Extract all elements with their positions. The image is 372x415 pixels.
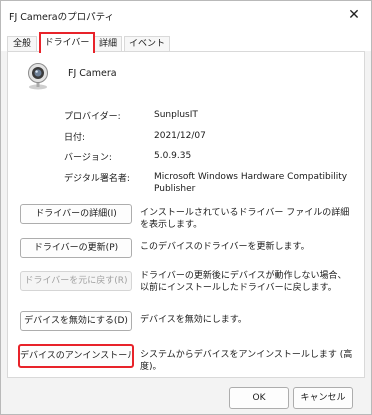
tab-driver[interactable]: ドライバー bbox=[39, 32, 95, 53]
title-bar: FJ Cameraのプロパティ ✕ bbox=[1, 1, 371, 29]
driver-details-button[interactable]: ドライバーの詳細(I) bbox=[20, 204, 132, 224]
update-driver-button[interactable]: ドライバーの更新(P) bbox=[20, 238, 132, 258]
properties-dialog: FJ Cameraのプロパティ ✕ 全般 ドライバー 詳細 イベント FJ Ca… bbox=[0, 0, 372, 415]
tab-details[interactable]: 詳細 bbox=[94, 36, 122, 52]
date-value: 2021/12/07 bbox=[154, 131, 206, 141]
driver-panel: FJ Camera プロバイダー: SunplusIT 日付: 2021/12/… bbox=[7, 51, 365, 378]
version-label: バージョン: bbox=[64, 153, 112, 163]
webcam-icon bbox=[28, 63, 48, 90]
ok-button[interactable]: OK bbox=[229, 387, 289, 409]
signer-value-line1: Microsoft Windows Hardware Compatibility bbox=[154, 172, 348, 182]
close-button[interactable]: ✕ bbox=[345, 6, 363, 24]
signer-value-line2: Publisher bbox=[154, 184, 196, 194]
driver-details-desc: インストールされているドライバー ファイルの詳細を表示します。 bbox=[140, 208, 350, 230]
provider-label: プロバイダー: bbox=[64, 112, 121, 122]
uninstall-device-button[interactable]: デバイスのアンインストール(U) bbox=[18, 344, 134, 368]
signer-label: デジタル署名者: bbox=[64, 174, 130, 184]
version-value: 5.0.9.35 bbox=[154, 151, 192, 161]
date-label: 日付: bbox=[64, 133, 86, 143]
cancel-button[interactable]: キャンセル bbox=[293, 387, 353, 409]
tab-events[interactable]: イベント bbox=[124, 36, 170, 52]
tab-bar: 全般 ドライバー 詳細 イベント bbox=[1, 29, 371, 53]
provider-value: SunplusIT bbox=[154, 110, 198, 120]
disable-device-button[interactable]: デバイスを無効にする(D) bbox=[20, 311, 132, 331]
disable-device-desc: デバイスを無効にします。 bbox=[140, 315, 247, 325]
device-name: FJ Camera bbox=[68, 68, 117, 79]
update-driver-desc: このデバイスのドライバーを更新します。 bbox=[140, 242, 310, 252]
tab-general[interactable]: 全般 bbox=[7, 36, 37, 52]
uninstall-device-desc: システムからデバイスをアンインストールします (高度)。 bbox=[140, 350, 353, 372]
rollback-driver-desc: ドライバーの更新後にデバイスが動作しない場合、以前にインストールしたドライバーに… bbox=[140, 271, 347, 293]
rollback-driver-button: ドライバーを元に戻す(R) bbox=[20, 271, 132, 291]
window-title: FJ Cameraのプロパティ bbox=[9, 12, 114, 23]
